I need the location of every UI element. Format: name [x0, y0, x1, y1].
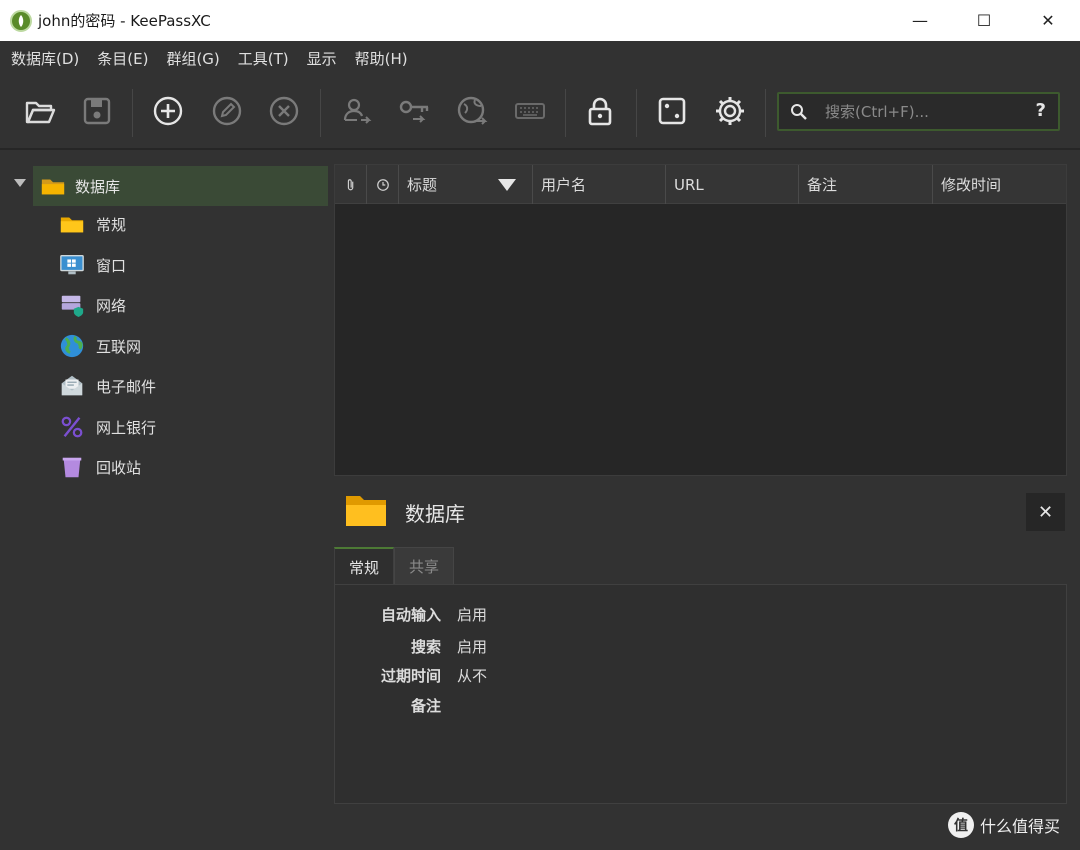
tree-item-label: 数据库 [75, 177, 121, 196]
clock-icon [376, 178, 389, 191]
sort-descending-icon [498, 179, 516, 191]
preview-title: 数据库 [405, 502, 465, 526]
globe-icon [58, 332, 86, 360]
tree-item-recycle-bin[interactable]: 回收站 [58, 451, 141, 483]
prop-key: 搜索 [410, 638, 441, 656]
tab-share[interactable]: 共享 [394, 547, 455, 585]
server-icon [58, 291, 86, 319]
prop-value: 启用 [457, 638, 488, 656]
menu-help[interactable]: 帮助(H) [346, 48, 417, 69]
tree-item-internet[interactable]: 互联网 [58, 330, 141, 362]
column-modified[interactable]: 修改时间 [933, 165, 1066, 204]
watermark: 值 什么值得买 [948, 812, 1060, 838]
search-icon [791, 103, 807, 120]
folder-icon [39, 172, 67, 200]
title-bar: john的密码 - KeePassXC — ☐ ✕ [0, 0, 1080, 41]
tree-item-general[interactable]: 常规 [58, 208, 126, 240]
edit-entry-icon[interactable] [209, 93, 245, 129]
tree-item-windows[interactable]: 窗口 [58, 249, 126, 281]
settings-icon[interactable] [712, 93, 748, 129]
menu-groups[interactable]: 群组(G) [157, 48, 228, 69]
search-box[interactable]: ? [777, 92, 1060, 131]
tree-item-label: 常规 [96, 215, 127, 234]
prop-key: 过期时间 [380, 667, 441, 685]
preview-tabs: 常规 共享 [334, 547, 455, 585]
search-input[interactable] [825, 102, 1015, 121]
prop-key: 自动输入 [380, 606, 441, 624]
keepassxc-logo-icon [10, 9, 32, 32]
delete-entry-icon[interactable] [266, 93, 302, 129]
toolbar: ? [0, 75, 1080, 150]
tree-item-label: 回收站 [96, 458, 142, 477]
column-attachment[interactable] [335, 165, 367, 204]
tree-item-label: 互联网 [96, 337, 142, 356]
menu-tools[interactable]: 工具(T) [229, 48, 298, 69]
windows-icon [58, 251, 86, 279]
tab-general[interactable]: 常规 [334, 547, 395, 585]
window-title: john的密码 - KeePassXC [38, 12, 211, 30]
copy-password-icon[interactable] [396, 93, 432, 129]
toolbar-separator [320, 89, 321, 137]
lock-database-icon[interactable] [582, 93, 618, 129]
add-entry-icon[interactable] [150, 93, 186, 129]
tree-item-label: 电子邮件 [96, 377, 157, 396]
prop-value: 从不 [457, 667, 488, 685]
column-notes[interactable]: 备注 [799, 165, 933, 204]
toolbar-separator [636, 89, 637, 137]
tree-item-online-banking[interactable]: 网上银行 [58, 411, 156, 443]
table-header: 标题 用户名 URL 备注 修改时间 [335, 165, 1066, 204]
entry-table[interactable]: 标题 用户名 URL 备注 修改时间 [334, 164, 1067, 476]
watermark-badge: 值 [948, 812, 974, 838]
preview-general-panel: 自动输入 启用 搜索 启用 过期时间 从不 备注 [334, 584, 1067, 804]
column-title[interactable]: 标题 [399, 165, 533, 204]
copy-username-icon[interactable] [338, 93, 374, 129]
toolbar-separator [132, 89, 133, 137]
copy-url-icon[interactable] [454, 93, 490, 129]
autotype-icon[interactable] [512, 93, 548, 129]
watermark-text: 什么值得买 [980, 817, 1061, 836]
prop-key: 备注 [410, 697, 441, 715]
minimize-button[interactable]: — [888, 0, 952, 41]
menu-entries[interactable]: 条目(E) [88, 48, 157, 69]
column-title-label: 标题 [407, 176, 438, 194]
save-database-icon[interactable] [79, 93, 115, 129]
toolbar-separator [565, 89, 566, 137]
tree-item-network[interactable]: 网络 [58, 289, 126, 321]
open-database-icon[interactable] [22, 93, 58, 129]
email-icon [58, 372, 86, 400]
tree-item-label: 网络 [96, 296, 127, 315]
percent-icon [58, 413, 86, 441]
menu-database[interactable]: 数据库(D) [2, 48, 88, 69]
group-tree: 数据库 常规 窗口 网络 互联网 电子邮件 网上银行 回收站 [0, 152, 331, 850]
column-url[interactable]: URL [666, 165, 799, 204]
paperclip-icon [347, 178, 353, 190]
preview-close-button[interactable]: ✕ [1026, 493, 1065, 531]
prop-value: 启用 [457, 606, 488, 624]
search-help-button[interactable]: ? [1036, 100, 1046, 121]
trash-icon [58, 453, 86, 481]
column-expiry[interactable] [367, 165, 399, 204]
folder-icon [58, 210, 86, 238]
tree-item-label: 网上银行 [96, 418, 157, 437]
column-modified-label: 修改时间 [941, 176, 1002, 194]
password-generator-icon[interactable] [654, 93, 690, 129]
column-username[interactable]: 用户名 [533, 165, 666, 204]
toolbar-separator [765, 89, 766, 137]
tree-item-label: 窗口 [96, 256, 127, 275]
column-url-label: URL [674, 175, 704, 194]
close-button[interactable]: ✕ [1016, 0, 1080, 41]
column-notes-label: 备注 [807, 176, 838, 194]
tree-item-root[interactable]: 数据库 [33, 166, 328, 206]
expand-arrow-icon[interactable] [14, 179, 26, 187]
menu-bar: 数据库(D) 条目(E) 群组(G) 工具(T) 显示 帮助(H) [0, 41, 1080, 75]
maximize-button[interactable]: ☐ [952, 0, 1016, 41]
tree-item-email[interactable]: 电子邮件 [58, 370, 156, 402]
menu-view[interactable]: 显示 [298, 48, 346, 69]
column-username-label: 用户名 [541, 176, 587, 194]
folder-icon [344, 492, 388, 530]
